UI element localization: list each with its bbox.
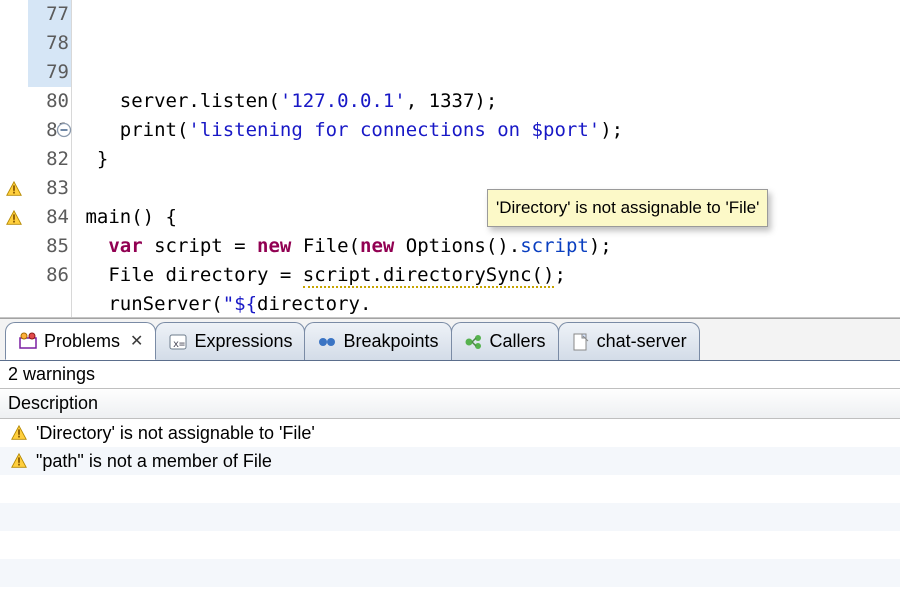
code-token: ); bbox=[474, 90, 497, 112]
code-token: script bbox=[520, 235, 589, 257]
gutter-blank bbox=[0, 29, 28, 58]
code-line[interactable]: runServer("${directory. bbox=[72, 290, 900, 318]
gutter-row: 86 bbox=[0, 261, 71, 290]
tab-problems[interactable]: Problems ✕ bbox=[5, 322, 156, 360]
gutter-row: 83 bbox=[0, 174, 71, 203]
gutter-blank bbox=[0, 58, 28, 87]
code-token: File( bbox=[291, 235, 360, 257]
gutter-row: 84 bbox=[0, 203, 71, 232]
code-token: runServer( bbox=[74, 293, 223, 315]
tab-chat-server[interactable]: chat-server bbox=[558, 322, 700, 360]
code-token: File directory = bbox=[74, 264, 303, 286]
line-number: 82 bbox=[28, 145, 71, 174]
gutter-row: 85 bbox=[0, 232, 71, 261]
gutter-row: 77 bbox=[0, 0, 71, 29]
problem-row[interactable]: "path" is not a member of File bbox=[0, 447, 900, 475]
tab-label: Breakpoints bbox=[343, 331, 438, 352]
code-token: var bbox=[108, 235, 142, 257]
warning-icon bbox=[10, 452, 28, 470]
code-token: server.listen( bbox=[74, 90, 280, 112]
problems-list[interactable]: 'Directory' is not assignable to 'File' "… bbox=[0, 419, 900, 600]
code-line[interactable]: main() { bbox=[72, 203, 900, 232]
breakpoints-icon bbox=[317, 332, 337, 352]
fold-toggle[interactable] bbox=[56, 122, 72, 138]
code-editor[interactable]: 77787980818283848586 server.listen('127.… bbox=[0, 0, 900, 318]
code-token: "${ bbox=[223, 293, 257, 315]
code-token: ); bbox=[589, 235, 612, 257]
callers-icon bbox=[464, 332, 484, 352]
code-token: print( bbox=[74, 119, 188, 141]
code-line[interactable]: var script = new File(new Options().scri… bbox=[72, 232, 900, 261]
gutter-row: 82 bbox=[0, 145, 71, 174]
code-line[interactable] bbox=[72, 174, 900, 203]
gutter-blank bbox=[0, 145, 28, 174]
code-token: new bbox=[257, 235, 291, 257]
line-number: 85 bbox=[28, 232, 71, 261]
tab-label: Expressions bbox=[194, 331, 292, 352]
gutter-blank bbox=[0, 0, 28, 29]
problems-column-header[interactable]: Description bbox=[0, 389, 900, 419]
code-token: script = bbox=[143, 235, 257, 257]
bottom-panel: Problems ✕ Expressions Breakpoints Callers ch… bbox=[0, 318, 900, 600]
file-icon bbox=[571, 332, 591, 352]
line-number: 84 bbox=[28, 203, 71, 232]
problems-icon bbox=[18, 331, 38, 351]
code-token: script.directorySync() bbox=[303, 264, 555, 288]
code-token bbox=[74, 235, 108, 257]
code-token: 'listening for connections on $port' bbox=[188, 119, 600, 141]
expressions-icon bbox=[168, 332, 188, 352]
code-token: ); bbox=[600, 119, 623, 141]
editor-gutter: 77787980818283848586 bbox=[0, 0, 72, 317]
line-number: 86 bbox=[28, 261, 71, 290]
tab-expressions[interactable]: Expressions bbox=[155, 322, 305, 360]
gutter-blank bbox=[0, 261, 28, 290]
code-token: } bbox=[74, 148, 108, 170]
warning-icon bbox=[0, 174, 28, 203]
code-line[interactable]: } bbox=[72, 145, 900, 174]
line-number: 79 bbox=[28, 58, 71, 87]
line-number: 77 bbox=[28, 0, 71, 29]
code-token: Options(). bbox=[394, 235, 520, 257]
gutter-row: 80 bbox=[0, 87, 71, 116]
tab-label: Callers bbox=[490, 331, 546, 352]
gutter-blank bbox=[0, 87, 28, 116]
line-number: 78 bbox=[28, 29, 71, 58]
code-token: new bbox=[360, 235, 394, 257]
tab-callers[interactable]: Callers bbox=[451, 322, 559, 360]
tab-label: chat-server bbox=[597, 331, 687, 352]
warning-icon bbox=[0, 203, 28, 232]
close-icon[interactable]: ✕ bbox=[126, 331, 143, 351]
code-token: , bbox=[406, 90, 429, 112]
line-number: 83 bbox=[28, 174, 71, 203]
code-line[interactable]: File directory = script.directorySync(); bbox=[72, 261, 900, 290]
code-token: 1337 bbox=[429, 90, 475, 112]
code-token: '127.0.0.1' bbox=[280, 90, 406, 112]
code-token: directory. bbox=[257, 293, 371, 315]
line-number: 80 bbox=[28, 87, 71, 116]
code-area[interactable]: server.listen('127.0.0.1', 1337); print(… bbox=[72, 0, 900, 317]
code-line[interactable]: server.listen('127.0.0.1', 1337); bbox=[72, 87, 900, 116]
warning-icon bbox=[10, 424, 28, 442]
code-line[interactable]: print('listening for connections on $por… bbox=[72, 116, 900, 145]
tab-label: Problems bbox=[44, 331, 120, 352]
code-token: ; bbox=[554, 264, 565, 286]
panel-status: 2 warnings bbox=[0, 361, 900, 389]
gutter-blank bbox=[0, 232, 28, 261]
gutter-row: 78 bbox=[0, 29, 71, 58]
panel-tabstrip: Problems ✕ Expressions Breakpoints Callers ch… bbox=[0, 319, 900, 361]
problem-text: "path" is not a member of File bbox=[36, 451, 272, 472]
warning-tooltip: 'Directory' is not assignable to 'File' bbox=[487, 189, 768, 227]
tab-breakpoints[interactable]: Breakpoints bbox=[304, 322, 451, 360]
gutter-row: 79 bbox=[0, 58, 71, 87]
code-token: main() { bbox=[74, 206, 177, 228]
gutter-blank bbox=[0, 116, 28, 145]
problem-row[interactable]: 'Directory' is not assignable to 'File' bbox=[0, 419, 900, 447]
problem-text: 'Directory' is not assignable to 'File' bbox=[36, 423, 315, 444]
